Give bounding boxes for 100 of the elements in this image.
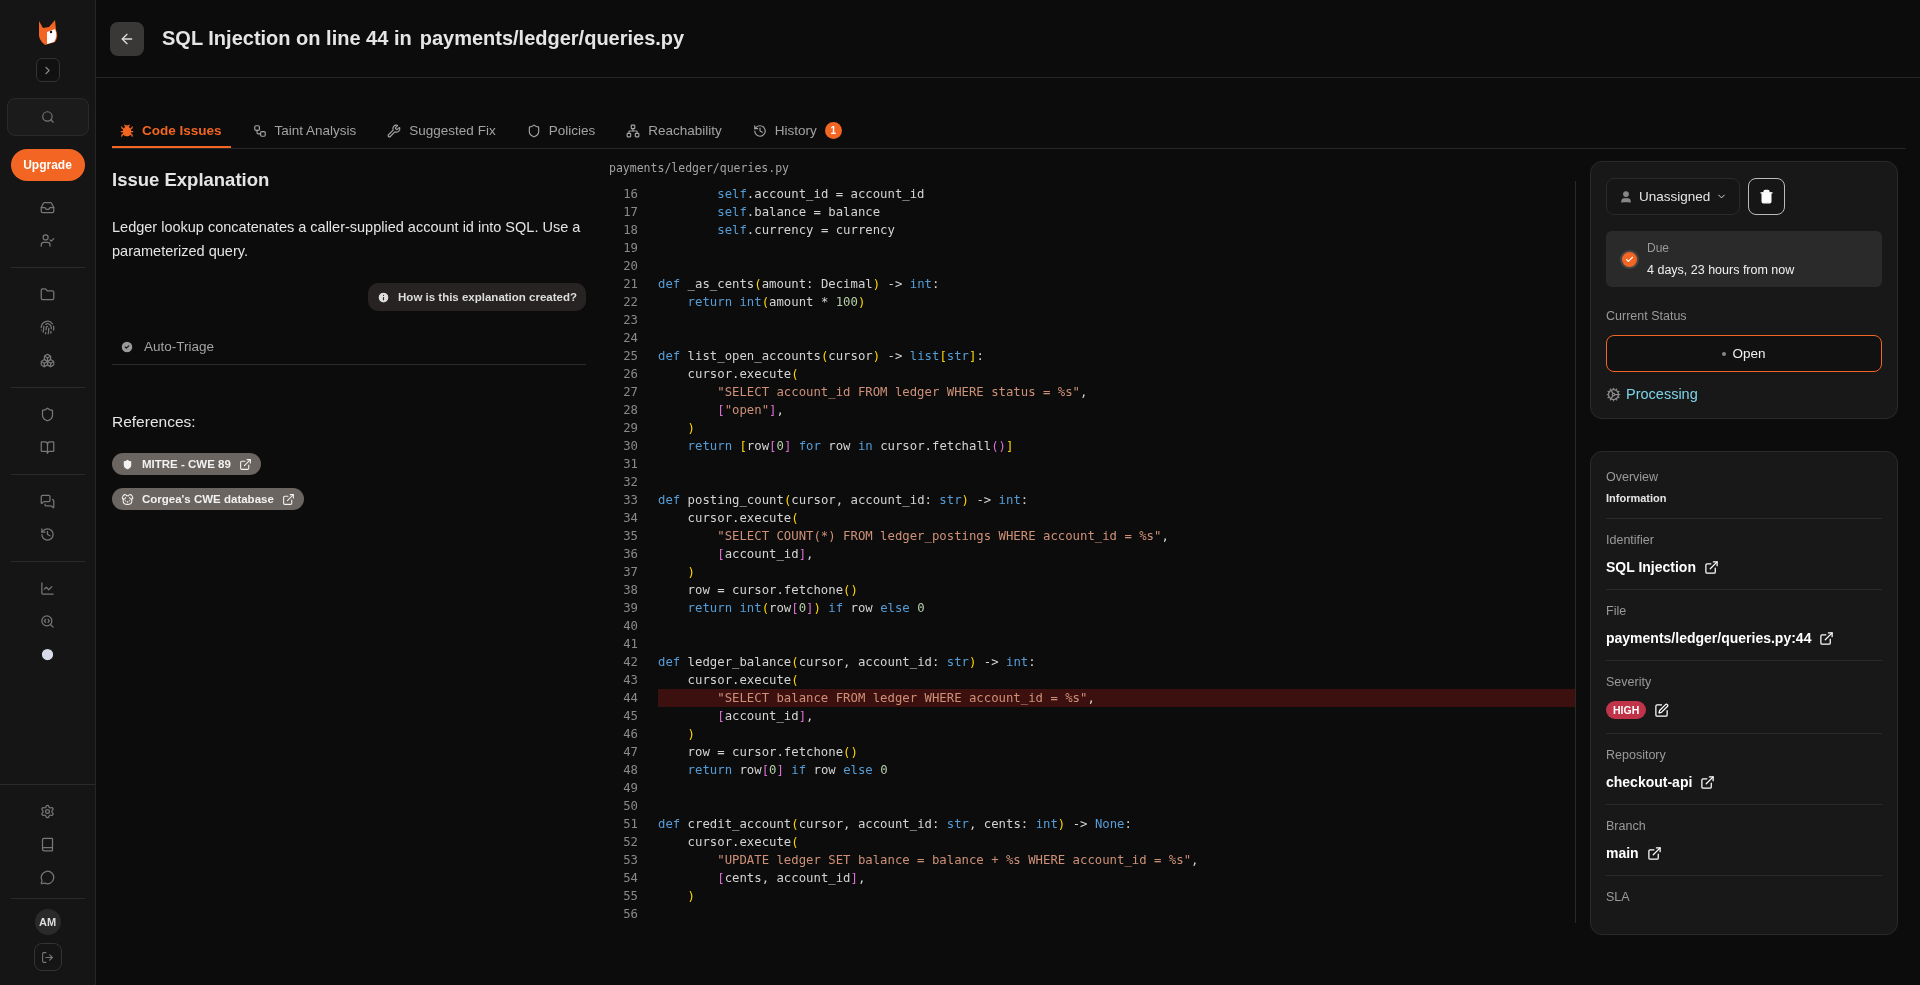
help-button[interactable]: How is this explanation created? — [368, 283, 586, 311]
line-number: 21 — [622, 277, 638, 291]
shield-icon — [526, 123, 541, 138]
logout-icon — [41, 950, 54, 964]
code-text: "UPDATE ledger SET balance = balance + %s WHERE account_id = %s", — [716, 853, 1199, 867]
line-number: 45 — [622, 709, 638, 723]
line-number: 40 — [622, 619, 638, 633]
line-number: 33 — [622, 493, 638, 507]
shield-icon — [121, 457, 134, 471]
line-number: 37 — [622, 565, 638, 579]
due-label: Due — [1647, 241, 1670, 255]
field-label: File — [1606, 604, 1628, 618]
line-number: 22 — [622, 295, 638, 309]
code-text: "SELECT balance FROM ledger WHERE account_id = %s", — [716, 691, 1095, 705]
line-number: 42 — [622, 655, 638, 669]
line-number: 30 — [622, 439, 638, 453]
line-number: 16 — [622, 187, 638, 201]
field-value: payments/ledger/queries.py:44 — [1606, 630, 1812, 646]
code-text: ["open"], — [716, 403, 784, 417]
code-text: return [row[0] for row in cursor.fetchall()] — [686, 439, 1014, 453]
user-avatar[interactable]: AM — [34, 909, 61, 935]
severity-badge: HIGH — [1606, 701, 1647, 719]
delete-button[interactable] — [1748, 178, 1786, 215]
external-link-icon[interactable] — [1646, 845, 1662, 861]
explanation-text: Ledger lookup concatenates a caller-supplied account id into SQL. Use a parameterized query. — [112, 218, 582, 261]
line-number: 27 — [622, 385, 638, 399]
tab[interactable]: Reachability — [618, 115, 731, 148]
code-text: def ledger_balance(cursor, account_id: str) -> int: — [658, 655, 1036, 669]
gear-icon — [1606, 386, 1621, 402]
due-value: 4 days, 23 hours from now — [1647, 263, 1795, 277]
status-label: Current Status — [1606, 309, 1688, 323]
code-text: def posting_count(cursor, account_id: str) -> int: — [658, 493, 1029, 507]
code-text: self.balance = balance — [716, 205, 881, 219]
code-text: self.currency = currency — [716, 223, 895, 237]
line-number: 56 — [622, 907, 638, 921]
wrench-icon — [387, 123, 402, 138]
code-text: "SELECT account_id FROM ledger WHERE status = %s", — [716, 385, 1088, 399]
tab[interactable]: Policies — [518, 115, 605, 148]
logout-button[interactable] — [33, 943, 62, 971]
reference-link[interactable]: Corgea's CWE database — [112, 488, 304, 510]
code-text: return row[0] if row else 0 — [686, 763, 888, 777]
line-number: 34 — [622, 511, 638, 525]
line-number: 41 — [622, 637, 638, 651]
info-icon — [377, 290, 391, 304]
field-label: Identifier — [1606, 533, 1655, 547]
overview-title: Overview — [1606, 470, 1660, 484]
field-value: checkout-api — [1606, 774, 1693, 790]
tab[interactable]: Taint Analysis — [244, 115, 366, 148]
code-text: "SELECT COUNT(*) FROM ledger_postings WHERE account_id = %s", — [716, 529, 1169, 543]
edit-icon[interactable] — [1654, 702, 1670, 718]
back-button[interactable] — [110, 21, 144, 56]
code-text: row = cursor.fetchone() — [686, 745, 858, 759]
field-value: main — [1606, 845, 1639, 861]
line-number: 26 — [622, 367, 638, 381]
tab[interactable]: Code Issues — [112, 115, 231, 148]
status-button[interactable]: Open — [1606, 335, 1882, 372]
line-number: 44 — [622, 691, 638, 705]
dog-icon — [121, 492, 134, 506]
line-number: 31 — [622, 457, 638, 471]
trash-icon — [1759, 189, 1775, 204]
check-icon — [1622, 251, 1637, 267]
line-number: 32 — [622, 475, 638, 489]
line-number: 19 — [622, 241, 638, 255]
assignee-dropdown[interactable]: Unassigned — [1606, 178, 1741, 215]
overview-subtitle: Information — [1606, 492, 1668, 504]
tab[interactable]: Suggested Fix — [379, 115, 505, 148]
external-link-icon[interactable] — [1700, 774, 1716, 790]
reference-link[interactable]: MITRE - CWE 89 — [112, 453, 261, 475]
line-number: 38 — [622, 583, 638, 597]
tab[interactable]: History 1 — [744, 115, 851, 148]
line-number: 17 — [622, 205, 638, 219]
line-number: 24 — [622, 331, 638, 345]
line-number: 53 — [622, 853, 638, 867]
code-text: def credit_account(cursor, account_id: str, cents: int) -> None: — [658, 817, 1132, 831]
line-number: 52 — [622, 835, 638, 849]
expand-button[interactable] — [35, 58, 60, 82]
line-number: 50 — [622, 799, 638, 813]
code-text: cursor.execute( — [686, 511, 799, 525]
check-circle-icon — [120, 339, 134, 354]
history-icon — [752, 123, 767, 138]
code-text: ) — [686, 565, 696, 579]
line-number: 51 — [622, 817, 638, 831]
code-text: cursor.execute( — [686, 367, 799, 381]
code-text: [account_id], — [716, 547, 814, 561]
network-icon — [626, 123, 641, 138]
line-number: 23 — [622, 313, 638, 327]
line-number: 54 — [622, 871, 638, 885]
external-link-icon[interactable] — [1704, 559, 1719, 575]
line-number: 49 — [622, 781, 638, 795]
external-link-icon[interactable] — [1819, 630, 1835, 646]
line-number: 39 — [622, 601, 638, 615]
line-number: 25 — [622, 349, 638, 363]
code-text: [account_id], — [716, 709, 814, 723]
code-text: ) — [686, 421, 696, 435]
code-text: cursor.execute( — [686, 835, 799, 849]
line-number: 36 — [622, 547, 638, 561]
code-text: [cents, account_id], — [716, 871, 866, 885]
field-label: SLA — [1606, 890, 1631, 904]
file-path-title: payments/ledger/queries.py — [419, 27, 685, 50]
bug-icon — [120, 123, 134, 138]
